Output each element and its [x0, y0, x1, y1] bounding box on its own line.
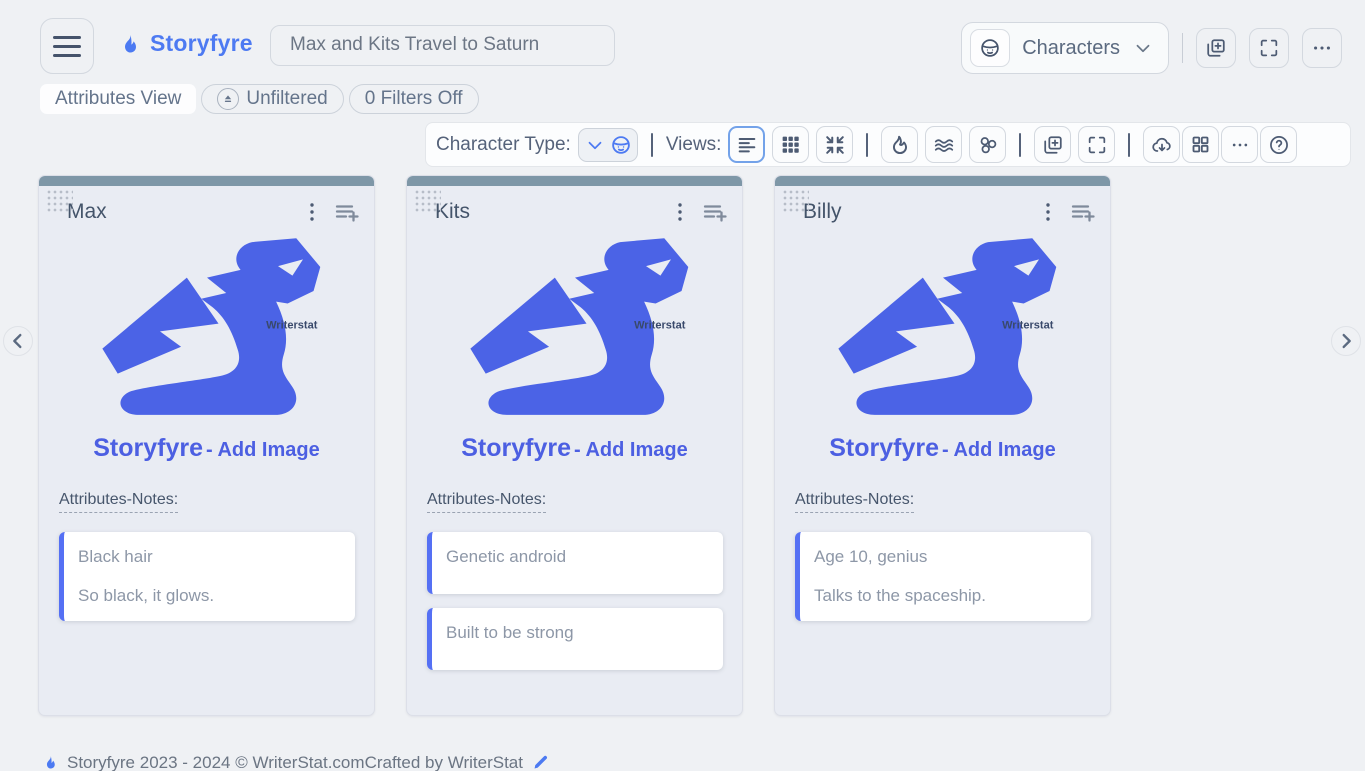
- divider: [866, 132, 869, 157]
- fullscreen-button[interactable]: [1249, 28, 1289, 68]
- drag-handle[interactable]: [782, 189, 809, 213]
- hamburger-icon: [53, 35, 81, 39]
- filters-count-pill[interactable]: 0 Filters Off: [348, 84, 479, 114]
- character-name: Max: [67, 200, 107, 223]
- add-note-button[interactable]: [334, 200, 360, 224]
- note-card[interactable]: Genetic android: [427, 532, 723, 594]
- character-type-label: Character Type:: [436, 133, 571, 155]
- note-card[interactable]: Black hair So black, it glows.: [59, 532, 355, 621]
- chevron-right-icon: [1342, 333, 1351, 349]
- add-note-button[interactable]: [1070, 200, 1096, 224]
- help-button[interactable]: [1260, 126, 1298, 163]
- divider: [1128, 132, 1131, 157]
- watermark: Writerstat: [1002, 319, 1054, 331]
- grid-menu-button[interactable]: [1182, 126, 1220, 163]
- dragon-wing: [469, 277, 587, 374]
- flame-icon: [118, 31, 142, 57]
- filter-icon: [217, 88, 240, 110]
- entity-type-dropdown[interactable]: Characters: [961, 22, 1169, 74]
- card-menu-button[interactable]: [1040, 202, 1056, 222]
- view-toolbar: Character Type: Views:: [425, 122, 1351, 167]
- view-list-button[interactable]: [728, 126, 766, 163]
- add-image-caption[interactable]: Storyfyre - Add Image: [461, 434, 687, 463]
- app-name: Storyfyre: [150, 30, 253, 56]
- character-card-billy: Billy Writerstat Storyfyre - Add Image A…: [774, 175, 1111, 716]
- character-name: Kits: [435, 200, 471, 223]
- waves-button[interactable]: [925, 126, 963, 163]
- chevron-down-icon: [1132, 37, 1154, 59]
- filter-status-pill[interactable]: Unfiltered: [201, 84, 344, 114]
- view-compact-button[interactable]: [816, 126, 854, 163]
- view-grid-button[interactable]: [772, 126, 810, 163]
- character-type-select[interactable]: [577, 127, 638, 162]
- note-card[interactable]: Age 10, genius Talks to the spaceship.: [795, 532, 1091, 621]
- app-logo[interactable]: Storyfyre: [118, 30, 253, 57]
- duplicate-board-button[interactable]: [1196, 28, 1236, 68]
- character-image-placeholder[interactable]: Writerstat Storyfyre - Add Image: [407, 228, 742, 463]
- card-menu-button[interactable]: [304, 202, 320, 222]
- attributes-notes-label[interactable]: Attributes-Notes:: [59, 491, 179, 513]
- chevron-left-icon: [13, 333, 22, 349]
- card-color-bar: [775, 176, 1110, 186]
- character-cards-row: Max Writerstat Storyfyre - Add Image Att…: [38, 175, 1111, 716]
- add-image-caption[interactable]: Storyfyre - Add Image: [93, 434, 319, 463]
- more-tools-button[interactable]: [1221, 126, 1259, 163]
- dragon-wing: [837, 277, 955, 374]
- divider: [1019, 132, 1022, 157]
- flame-icon: [42, 753, 59, 771]
- card-menu-button[interactable]: [672, 202, 688, 222]
- fullscreen-view-button[interactable]: [1078, 126, 1116, 163]
- add-note-button[interactable]: [702, 200, 728, 224]
- attributes-notes-label[interactable]: Attributes-Notes:: [427, 491, 547, 513]
- views-label: Views:: [665, 133, 722, 155]
- character-card-kits: Kits Writerstat Storyfyre - Add Image At…: [406, 175, 743, 716]
- footer: Storyfyre 2023 - 2024 © WriterStat.com C…: [0, 753, 578, 771]
- note-card[interactable]: Built to be strong: [427, 608, 723, 670]
- character-image-placeholder[interactable]: Writerstat Storyfyre - Add Image: [39, 228, 374, 463]
- dragon-wing: [101, 277, 219, 374]
- divider: [1182, 33, 1183, 63]
- footer-credit-link[interactable]: Crafted by WriterStat: [365, 753, 550, 771]
- card-color-bar: [39, 176, 374, 186]
- character-image-placeholder[interactable]: Writerstat Storyfyre - Add Image: [775, 228, 1110, 463]
- attributes-notes-label[interactable]: Attributes-Notes:: [795, 491, 915, 513]
- view-mode-pill[interactable]: Attributes View: [40, 84, 197, 114]
- cloud-download-button[interactable]: [1143, 126, 1181, 163]
- card-color-bar: [407, 176, 742, 186]
- character-face-icon: [612, 135, 630, 154]
- add-image-caption[interactable]: Storyfyre - Add Image: [829, 434, 1055, 463]
- character-name: Billy: [803, 200, 842, 223]
- character-card-max: Max Writerstat Storyfyre - Add Image Att…: [38, 175, 375, 716]
- flame-view-button[interactable]: [881, 126, 919, 163]
- cluster-button[interactable]: [969, 126, 1007, 163]
- story-title-input[interactable]: Max and Kits Travel to Saturn: [270, 25, 615, 66]
- character-face-icon: [970, 29, 1011, 67]
- next-page-button[interactable]: [1331, 326, 1361, 356]
- drag-handle[interactable]: [46, 189, 73, 213]
- watermark: Writerstat: [266, 319, 318, 331]
- watermark: Writerstat: [634, 319, 686, 331]
- entity-type-label: Characters: [1022, 36, 1120, 59]
- menu-button[interactable]: [40, 18, 94, 74]
- footer-copyright-link[interactable]: Storyfyre 2023 - 2024 © WriterStat.com: [42, 753, 365, 771]
- drag-handle[interactable]: [414, 189, 441, 213]
- duplicate-button[interactable]: [1034, 126, 1072, 163]
- divider: [650, 132, 653, 157]
- more-options-button[interactable]: [1302, 28, 1342, 68]
- previous-page-button[interactable]: [3, 326, 33, 356]
- pencil-icon: [531, 753, 550, 771]
